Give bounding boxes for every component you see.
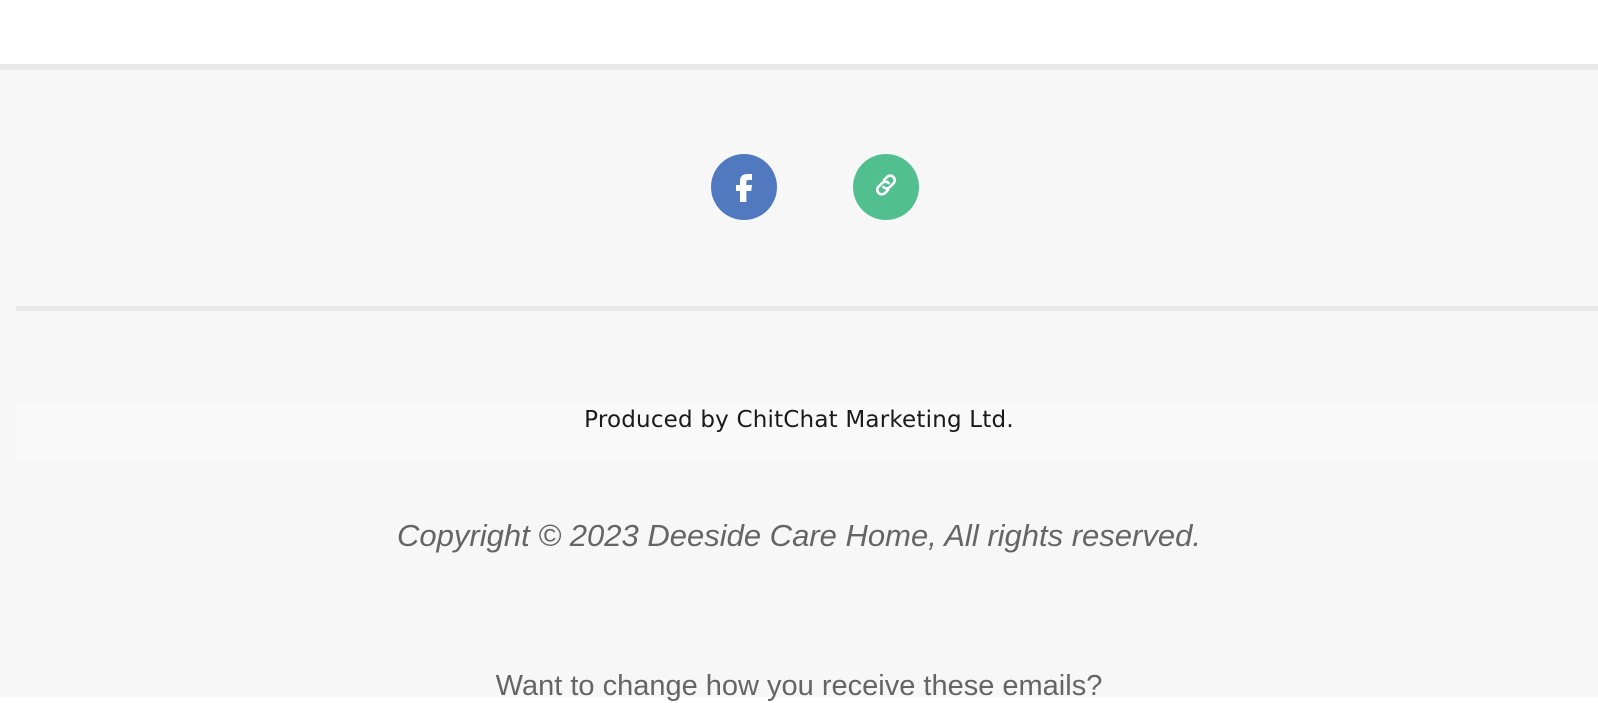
facebook-icon: [731, 168, 757, 207]
copyright-text: Copyright © 2023 Deeside Care Home, All …: [397, 518, 1201, 553]
website-link-button[interactable]: [853, 154, 919, 220]
social-links: [0, 154, 1598, 220]
produced-by-text: Produced by ChitChat Marketing Ltd.: [584, 407, 1014, 433]
facebook-button[interactable]: [711, 154, 777, 220]
change-preferences-text: Want to change how you receive these ema…: [495, 670, 1103, 702]
email-body-bottom: [0, 0, 1598, 64]
section-divider: [16, 306, 1598, 311]
email-footer: Produced by ChitChat Marketing Ltd. Copy…: [0, 70, 1598, 702]
link-icon: [869, 168, 903, 207]
